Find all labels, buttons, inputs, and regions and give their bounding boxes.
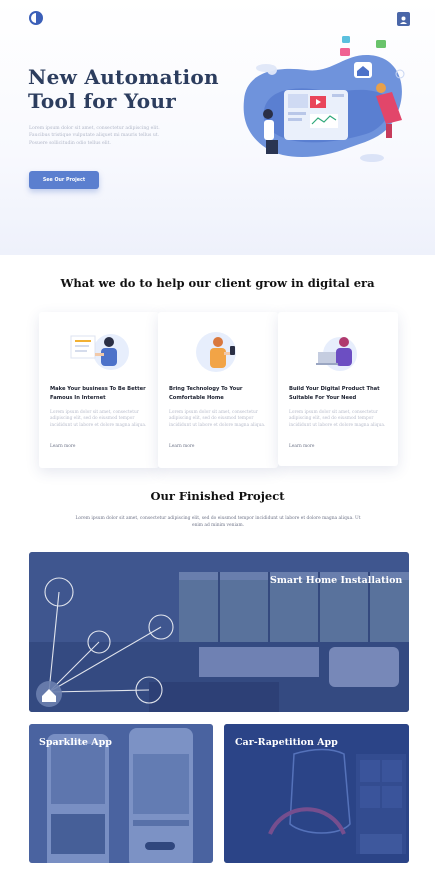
services-cards: Make Your business To Be Better Famous I… <box>39 312 398 468</box>
card-text: Lorem ipsum dolor sit amet, consectetur … <box>289 410 386 428</box>
automation-illustration <box>243 36 405 162</box>
card-title: Build Your Digital Product That Suitable… <box>289 386 380 401</box>
see-our-project-button[interactable]: See Our Project <box>29 171 99 189</box>
service-card-internet[interactable]: Make Your business To Be Better Famous I… <box>39 312 159 468</box>
menu-icon[interactable] <box>397 12 410 26</box>
project-car-rapetition-app[interactable]: Car-Rapetition App <box>224 724 409 863</box>
hero-title: New Automation Tool for Your <box>28 65 228 113</box>
service-card-digital-product[interactable]: Build Your Digital Product That Suitable… <box>278 312 398 466</box>
hero-title-line2: Tool for Your <box>28 89 177 113</box>
project-label: Car-Rapetition App <box>235 737 338 748</box>
learn-more-link[interactable]: Learn more <box>50 444 75 449</box>
card-title: Make Your business To Be Better Famous I… <box>50 386 146 401</box>
projects-title: Our Finished Project <box>150 489 285 503</box>
smart-home-illustration <box>196 332 236 372</box>
learn-more-link[interactable]: Learn more <box>169 444 194 449</box>
learn-more-link[interactable]: Learn more <box>289 444 314 449</box>
services-title: What we do to help our client grow in di… <box>60 276 375 290</box>
hero-title-line1: New Automation <box>28 65 219 89</box>
card-title: Bring Technology To Your Comfortable Hom… <box>169 386 243 401</box>
project-label: Sparklite App <box>39 737 112 748</box>
project-sparklite-app[interactable]: Sparklite App <box>29 724 213 863</box>
laptop-illustration <box>316 337 357 371</box>
hero-description: Lorem ipsum dolor sit amet, consectetur … <box>29 126 160 146</box>
hero-section: New Automation Tool for Your Lorem ipsum… <box>0 0 435 255</box>
logo-icon[interactable] <box>29 11 45 25</box>
project-label: Smart Home Installation <box>270 575 403 586</box>
project-smart-home[interactable]: Smart Home Installation <box>29 552 409 712</box>
projects-description: Lorem ipsum dolor sit amet, consectetur … <box>75 516 361 528</box>
marketing-illustration <box>70 334 129 370</box>
service-card-home[interactable]: Bring Technology To Your Comfortable Hom… <box>158 312 278 468</box>
card-text: Lorem ipsum dolor sit amet, consectetur … <box>50 410 147 428</box>
card-text: Lorem ipsum dolor sit amet, consectetur … <box>169 410 266 428</box>
